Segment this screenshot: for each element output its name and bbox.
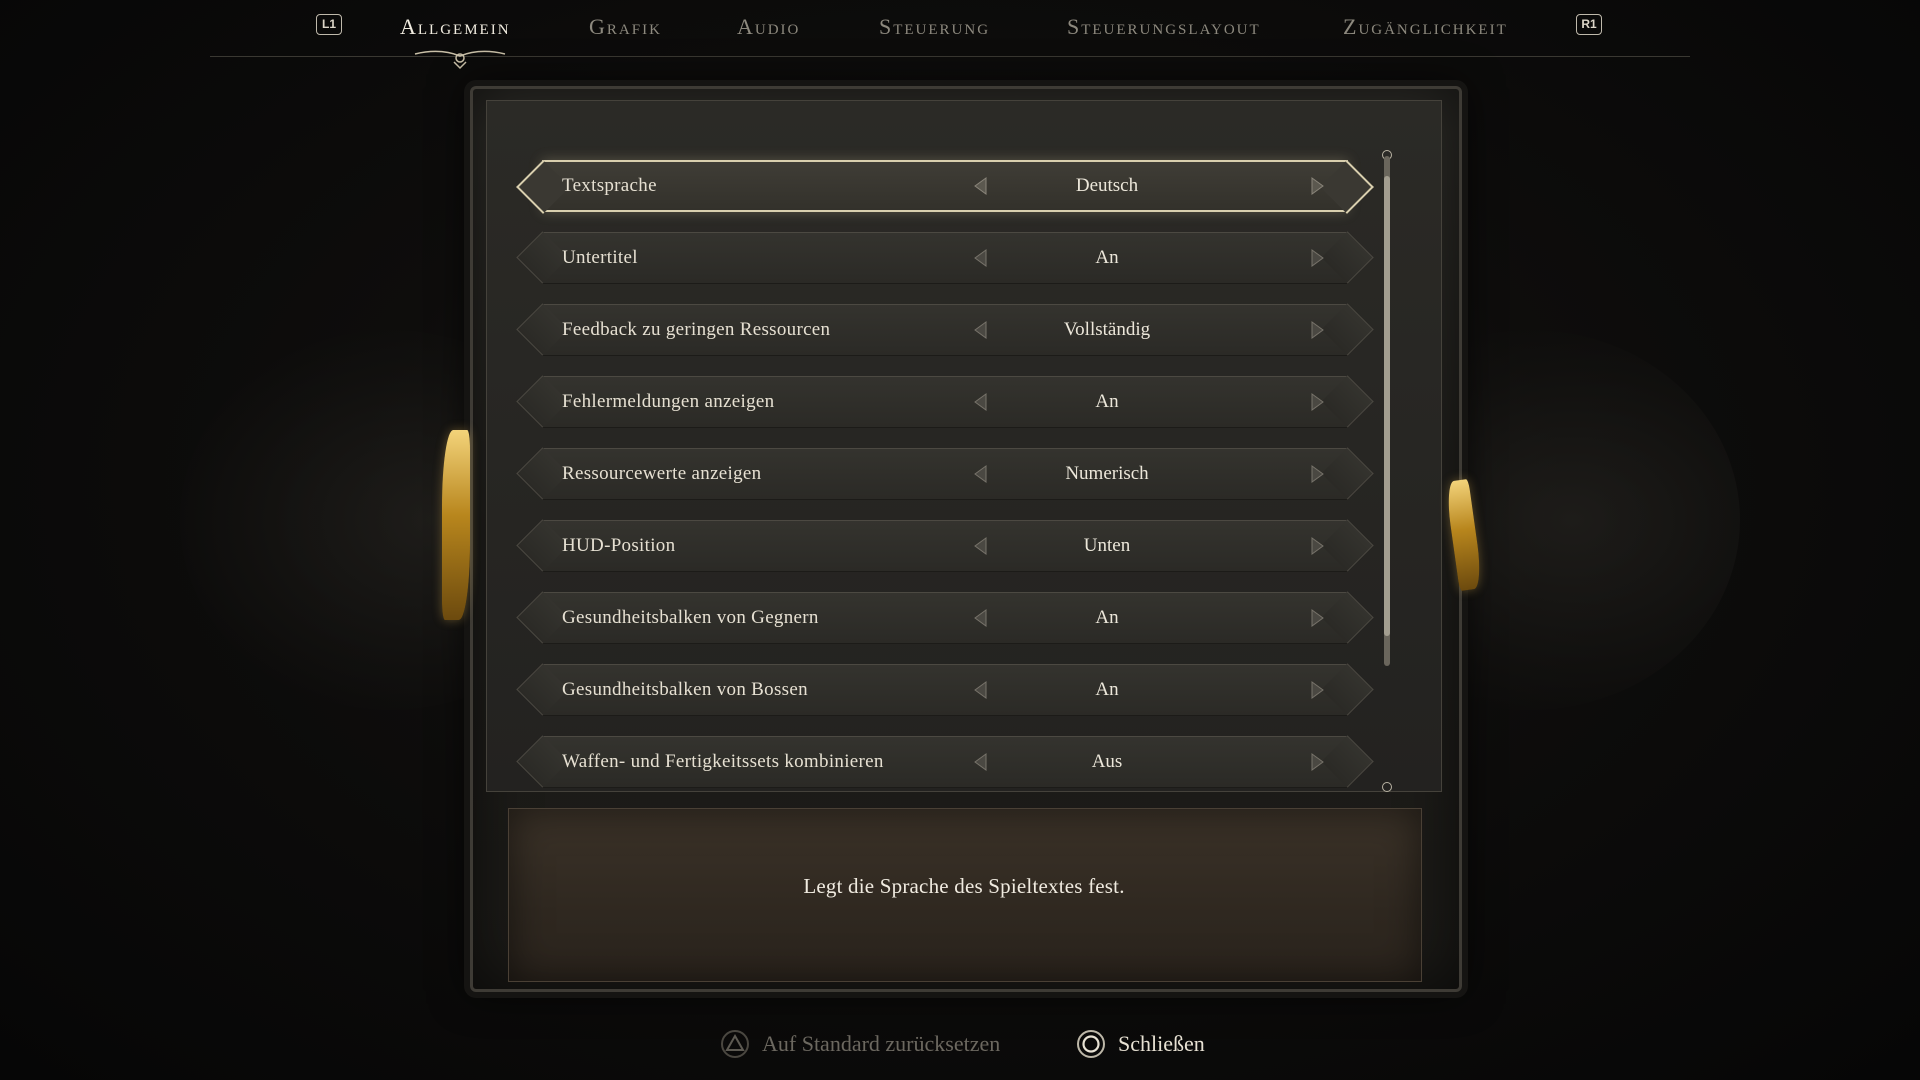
setting-value: An (1095, 679, 1119, 700)
setting-label: Feedback zu geringen Ressourcen (562, 319, 831, 340)
setting-row-gesundheitsbalken-bosse[interactable]: Gesundheitsbalken von Bossen An (530, 662, 1360, 718)
reset-to-default-button[interactable]: Auf Standard zurücksetzen (720, 1026, 1000, 1062)
setting-value: Unten (1083, 535, 1131, 556)
description-text: Legt die Sprache des Spieltextes fest. (803, 874, 1125, 898)
arrow-right-icon[interactable] (1306, 535, 1328, 557)
setting-value: Deutsch (1075, 175, 1139, 196)
arrow-right-icon[interactable] (1306, 175, 1328, 197)
tab-allgemein[interactable]: Allgemein (400, 12, 511, 42)
tab-zugaenglichkeit[interactable]: Zugänglichkeit (1343, 12, 1508, 42)
setting-value: An (1095, 247, 1119, 268)
setting-row-gesundheitsbalken-gegner[interactable]: Gesundheitsbalken von Gegnern An (530, 590, 1360, 646)
r1-shoulder-button[interactable]: R1 (1576, 14, 1602, 35)
arrow-right-icon[interactable] (1306, 463, 1328, 485)
gold-ornament-left (442, 430, 470, 620)
setting-row-textsprache[interactable]: Textsprache Deutsch (530, 158, 1360, 214)
close-button-label: Schließen (1118, 1031, 1205, 1056)
arrow-right-icon[interactable] (1306, 391, 1328, 413)
tab-grafik[interactable]: Grafik (589, 12, 662, 42)
triangle-button-icon (721, 1030, 749, 1058)
scrollbar-thumb[interactable] (1384, 176, 1390, 636)
setting-value: An (1095, 391, 1119, 412)
setting-value: Aus (1091, 751, 1123, 772)
arrow-right-icon[interactable] (1306, 319, 1328, 341)
setting-value: Numerisch (1065, 463, 1149, 484)
circle-button-icon (1077, 1030, 1105, 1058)
setting-label: Gesundheitsbalken von Bossen (562, 679, 808, 700)
arrow-right-icon[interactable] (1306, 751, 1328, 773)
setting-label: Waffen- und Fertigkeitssets kombinieren (562, 751, 884, 772)
setting-row-ressourcewerte[interactable]: Ressourcewerte anzeigen Numerisch (530, 446, 1360, 502)
setting-label: HUD-Position (562, 535, 676, 556)
setting-label: Textsprache (562, 175, 657, 196)
setting-value: An (1095, 607, 1119, 628)
arrow-right-icon[interactable] (1306, 679, 1328, 701)
close-button[interactable]: Schließen (1076, 1026, 1205, 1062)
setting-label: Ressourcewerte anzeigen (562, 463, 762, 484)
scrollbar-bottom-cap (1382, 782, 1392, 792)
setting-label: Gesundheitsbalken von Gegnern (562, 607, 819, 628)
setting-row-untertitel[interactable]: Untertitel An (530, 230, 1360, 286)
l1-shoulder-button[interactable]: L1 (316, 14, 342, 35)
setting-label: Untertitel (562, 247, 638, 268)
tab-audio[interactable]: Audio (737, 12, 800, 42)
scrollbar[interactable] (1384, 156, 1390, 666)
arrow-right-icon[interactable] (1306, 247, 1328, 269)
setting-row-fehlermeldungen[interactable]: Fehlermeldungen anzeigen An (530, 374, 1360, 430)
setting-row-waffen-fertigkeitssets[interactable]: Waffen- und Fertigkeitssets kombinieren … (530, 734, 1360, 790)
setting-row-feedback-ressourcen[interactable]: Feedback zu geringen Ressourcen Vollstän… (530, 302, 1360, 358)
arrow-right-icon[interactable] (1306, 607, 1328, 629)
reset-button-label: Auf Standard zurücksetzen (762, 1031, 1001, 1056)
tab-steuerungslayout[interactable]: Steuerungslayout (1067, 12, 1261, 42)
setting-label: Fehlermeldungen anzeigen (562, 391, 775, 412)
setting-value: Vollständig (1063, 319, 1151, 340)
active-tab-flourish-icon (414, 50, 506, 70)
setting-row-hud-position[interactable]: HUD-Position Unten (530, 518, 1360, 574)
tab-steuerung[interactable]: Steuerung (879, 12, 990, 42)
